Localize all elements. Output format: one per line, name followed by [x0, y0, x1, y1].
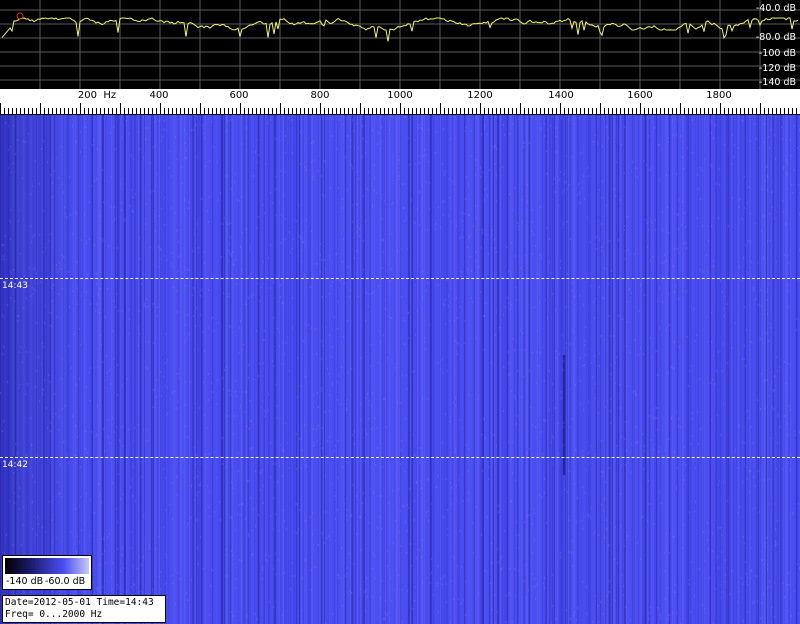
waterfall-canvas[interactable]	[0, 115, 800, 624]
info-box: Date=2012-05-01 Time=14:43 Freq= 0...200…	[2, 595, 166, 623]
freq-label-1600: 1600	[627, 90, 653, 101]
freq-label-1400: 1400	[548, 90, 574, 101]
peak-marker	[16, 12, 24, 20]
freq-label-1800: 1800	[706, 90, 732, 101]
db-label-80: -80.0 dB	[755, 32, 796, 43]
freq-label-1200: 1200	[467, 90, 493, 101]
spectrum-plot: -40.0 dB -80.0 dB -100 dB -120 dB -140 d…	[0, 0, 800, 89]
time-marker-label: 14:43	[2, 281, 28, 291]
frequency-axis[interactable]: 200 Hz 400 600 800 1000 1200 1400 1600 1…	[0, 89, 800, 115]
db-label-120: -120 dB	[758, 63, 796, 74]
legend-low-label: -140 dB	[6, 576, 44, 587]
freq-label-800: 800	[310, 90, 330, 101]
freq-label-1000: 1000	[387, 90, 413, 101]
time-marker-line	[0, 457, 800, 458]
time-marker-line	[0, 278, 800, 279]
waterfall-display[interactable]: 14:43 14:42	[0, 115, 800, 624]
db-label-40: -40.0 dB	[755, 3, 796, 14]
color-scale-legend: -140 dB -60.0 dB	[2, 555, 92, 590]
freq-label-600: 600	[229, 90, 249, 101]
info-frequency-range: Freq= 0...2000 Hz	[5, 609, 103, 620]
freq-label-400: 400	[149, 90, 169, 101]
color-scale-bar	[5, 558, 89, 574]
legend-high-label: -60.0 dB	[45, 576, 86, 587]
db-label-100: -100 dB	[758, 48, 796, 59]
freq-label-200: 200 Hz	[77, 90, 117, 101]
db-label-140: -140 dB	[758, 77, 796, 88]
time-marker-label: 14:42	[2, 460, 28, 470]
spectrum-trace-svg	[0, 0, 800, 89]
info-date-time: Date=2012-05-01 Time=14:43	[5, 597, 154, 608]
